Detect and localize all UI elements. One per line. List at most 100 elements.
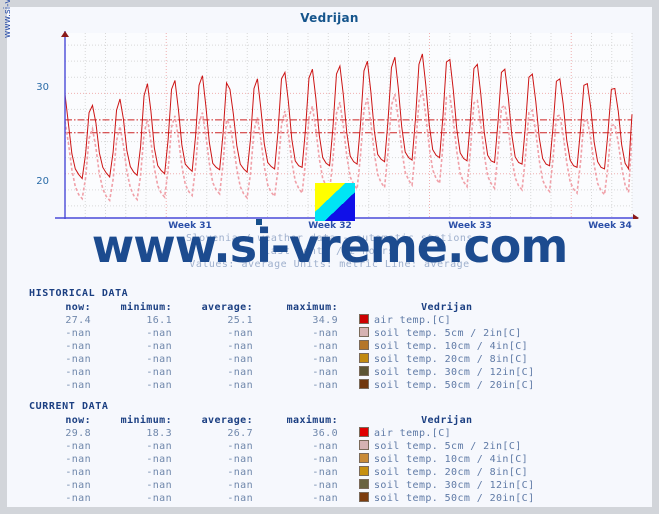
legend-swatch-icon: [359, 327, 369, 337]
cell-average: -nan: [227, 379, 253, 391]
y-tick-20: 20: [36, 176, 49, 187]
cell-now: 29.8: [65, 427, 91, 439]
legend-swatch-icon: [359, 440, 369, 450]
y-tick-30: 30: [36, 82, 49, 93]
legend-label: soil temp. 20cm / 8in[C]: [347, 353, 544, 366]
cell-maximum: -nan: [312, 479, 338, 491]
cell-maximum: -nan: [312, 453, 338, 465]
legend-swatch-icon: [359, 466, 369, 476]
table-row: 27.4 16.1 25.1 34.9 air temp.[C]: [29, 314, 544, 327]
cell-now: -nan: [65, 440, 91, 452]
cell-maximum: -nan: [312, 440, 338, 452]
col-average: average:: [201, 415, 253, 426]
table-row: -nan -nan -nan -nan soil temp. 50cm / 20in[C…: [29, 492, 544, 505]
caption-source: Slovenia / weather data - automatic stat…: [186, 233, 473, 244]
legend-swatch-icon: [359, 340, 369, 350]
legend-swatch-icon: [359, 314, 369, 324]
historical-rows: 27.4 16.1 25.1 34.9 air temp.[C] -nan -nan -nan…: [29, 314, 544, 392]
cell-now: -nan: [65, 340, 91, 352]
cell-maximum: -nan: [312, 353, 338, 365]
cell-maximum: -nan: [312, 327, 338, 339]
legend-swatch-icon: [359, 453, 369, 463]
x-tick-week-32: Week 32: [308, 221, 352, 231]
timeline-marker-icon: [256, 219, 262, 225]
cell-maximum: -nan: [312, 340, 338, 352]
x-tick-week-31: Week 31: [168, 221, 212, 231]
legend-swatch-icon: [359, 366, 369, 376]
legend-label: soil temp. 10cm / 4in[C]: [347, 453, 544, 466]
cell-average: -nan: [227, 353, 253, 365]
y-axis-arrow: [61, 31, 69, 37]
cell-minimum: -nan: [146, 479, 172, 491]
current-data-title: CURRENT DATA: [29, 401, 109, 412]
cell-minimum: -nan: [146, 440, 172, 452]
col-now: now:: [65, 302, 91, 313]
cell-now: -nan: [65, 479, 91, 491]
cell-maximum: -nan: [312, 466, 338, 478]
legend-swatch-icon: [359, 492, 369, 502]
legend-label: soil temp. 10cm / 4in[C]: [347, 340, 544, 353]
current-rows: 29.8 18.3 26.7 36.0 air temp.[C] -nan -nan -nan…: [29, 427, 544, 505]
cell-maximum: -nan: [312, 492, 338, 504]
col-minimum: minimum:: [120, 415, 172, 426]
cell-now: -nan: [65, 327, 91, 339]
cell-average: -nan: [227, 479, 253, 491]
cell-now: -nan: [65, 492, 91, 504]
legend-label: air temp.[C]: [347, 314, 544, 327]
legend-swatch-icon: [359, 479, 369, 489]
cell-minimum: -nan: [146, 340, 172, 352]
table-row: -nan -nan -nan -nan soil temp. 30cm / 12in[C…: [29, 479, 544, 492]
cell-average: -nan: [227, 492, 253, 504]
cell-maximum: -nan: [312, 366, 338, 378]
cell-average: 25.1: [227, 314, 253, 326]
cell-now: -nan: [65, 453, 91, 465]
current-data-table: now: minimum: average: maximum: Vedrijan…: [29, 415, 544, 505]
col-average: average:: [201, 302, 253, 313]
table-header-row: now: minimum: average: maximum: Vedrijan: [29, 302, 544, 314]
table-row: -nan -nan -nan -nan soil temp. 10cm / 4in[C]: [29, 340, 544, 353]
cell-maximum: -nan: [312, 379, 338, 391]
table-row: -nan -nan -nan -nan soil temp. 5cm / 2in[C]: [29, 327, 544, 340]
cell-average: -nan: [227, 453, 253, 465]
table-row: -nan -nan -nan -nan soil temp. 30cm / 12in[C…: [29, 366, 544, 379]
historical-data-table: now: minimum: average: maximum: Vedrijan…: [29, 302, 544, 392]
cell-maximum: 34.9: [312, 314, 338, 326]
x-axis-arrow: [633, 214, 639, 219]
cell-now: -nan: [65, 366, 91, 378]
cell-minimum: -nan: [146, 353, 172, 365]
cell-now: -nan: [65, 379, 91, 391]
cell-maximum: 36.0: [312, 427, 338, 439]
cell-now: -nan: [65, 466, 91, 478]
page-title: Vedrijan: [300, 11, 359, 25]
cell-now: 27.4: [65, 314, 91, 326]
cell-minimum: -nan: [146, 466, 172, 478]
col-now: now:: [65, 415, 91, 426]
cell-average: 26.7: [227, 427, 253, 439]
cell-average: -nan: [227, 466, 253, 478]
x-tick-week-33: Week 33: [448, 221, 492, 231]
x-tick-week-34: Week 34: [588, 221, 632, 231]
legend-label: soil temp. 20cm / 8in[C]: [347, 466, 544, 479]
col-minimum: minimum:: [120, 302, 172, 313]
cell-minimum: -nan: [146, 453, 172, 465]
table-row: -nan -nan -nan -nan soil temp. 50cm / 20in[C…: [29, 379, 544, 392]
cell-average: -nan: [227, 327, 253, 339]
cell-minimum: -nan: [146, 366, 172, 378]
col-maximum: maximum:: [286, 415, 338, 426]
table-row: -nan -nan -nan -nan soil temp. 10cm / 4in[C]: [29, 453, 544, 466]
legend-label: soil temp. 30cm / 12in[C]: [347, 479, 544, 492]
legend-label: soil temp. 30cm / 12in[C]: [347, 366, 544, 379]
table-header-row: now: minimum: average: maximum: Vedrijan: [29, 415, 544, 427]
caption-range: last month / 2 hours: [264, 246, 395, 257]
table-row: -nan -nan -nan -nan soil temp. 5cm / 2in[C]: [29, 440, 544, 453]
cell-minimum: 18.3: [146, 427, 172, 439]
legend-label: soil temp. 5cm / 2in[C]: [347, 327, 544, 340]
cell-minimum: 16.1: [146, 314, 172, 326]
caption-units: Values: average Units: metric Line: aver…: [189, 259, 470, 270]
site-vertical-label: www.si-vreme.com: [3, 0, 13, 73]
table-row: -nan -nan -nan -nan soil temp. 20cm / 8in[C]: [29, 353, 544, 366]
table-row: -nan -nan -nan -nan soil temp. 20cm / 8in[C]: [29, 466, 544, 479]
legend-swatch-icon: [359, 427, 369, 437]
cell-average: -nan: [227, 366, 253, 378]
cell-average: -nan: [227, 440, 253, 452]
